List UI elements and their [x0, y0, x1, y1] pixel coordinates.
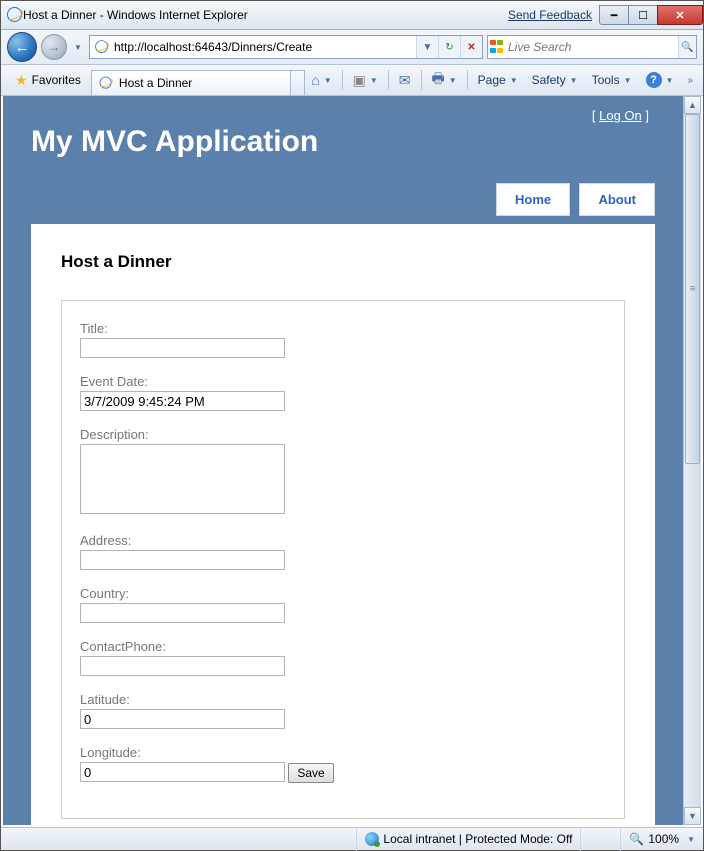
input-address[interactable] — [80, 550, 285, 570]
favorites-button[interactable]: ★ Favorites — [5, 69, 91, 92]
label-country: Country: — [80, 586, 606, 601]
vertical-scrollbar[interactable]: ▲ ▼ — [683, 96, 701, 825]
label-longitude: Longitude: — [80, 745, 606, 760]
address-bar: ▼ ↻ ✕ — [89, 35, 483, 59]
page-menu[interactable]: Page▼ — [472, 68, 524, 92]
tab-title: Host a Dinner — [119, 76, 192, 90]
new-tab-button[interactable] — [290, 70, 305, 95]
main-content: Host a Dinner Title: Event Date: Descrip… — [31, 224, 655, 825]
scroll-down-button[interactable]: ▼ — [684, 807, 701, 825]
safety-menu[interactable]: Safety▼ — [526, 68, 584, 92]
content-viewport: [ Log On ] My MVC Application Home About… — [3, 96, 701, 825]
zoom-value: 100% — [648, 832, 679, 846]
search-provider-icon — [488, 37, 508, 57]
label-description: Description: — [80, 427, 606, 442]
window-titlebar: Host a Dinner - Windows Internet Explore… — [1, 1, 703, 30]
print-button[interactable]: 🖶▼ — [426, 68, 463, 92]
navigation-bar: ← → ▼ ▼ ↻ ✕ 🔍 — [1, 30, 703, 65]
page-heading: Host a Dinner — [61, 252, 625, 272]
label-latitude: Latitude: — [80, 692, 606, 707]
status-bar: Local intranet | Protected Mode: Off 🔍 1… — [1, 827, 703, 850]
scroll-up-button[interactable]: ▲ — [684, 96, 701, 114]
favorites-label: Favorites — [32, 73, 81, 87]
input-title[interactable] — [80, 338, 285, 358]
label-eventdate: Event Date: — [80, 374, 606, 389]
separator — [421, 70, 422, 90]
home-icon: ⌂ — [311, 72, 319, 88]
stop-button[interactable]: ✕ — [460, 36, 482, 58]
help-icon: ? — [646, 72, 662, 88]
search-box: 🔍 — [487, 35, 697, 59]
label-address: Address: — [80, 533, 606, 548]
tools-menu[interactable]: Tools▼ — [586, 68, 638, 92]
mail-icon: ✉ — [399, 72, 411, 89]
url-input[interactable] — [114, 37, 416, 57]
input-contactphone[interactable] — [80, 656, 285, 676]
minimize-button[interactable]: ━ — [599, 5, 629, 25]
site-nav: Home About — [3, 183, 683, 216]
rss-icon: ▣ — [353, 72, 366, 89]
page-favicon — [95, 40, 109, 54]
refresh-button[interactable]: ↻ — [438, 36, 460, 58]
dinner-form: Title: Event Date: Description: Address:… — [61, 300, 625, 819]
read-mail-button[interactable]: ✉ — [393, 68, 417, 92]
zoom-icon: 🔍 — [629, 832, 644, 846]
label-contactphone: ContactPhone: — [80, 639, 606, 654]
ie-icon — [7, 7, 23, 23]
login-area: [ Log On ] — [31, 108, 655, 123]
home-button[interactable]: ⌂▼ — [305, 68, 337, 92]
nav-about[interactable]: About — [579, 183, 655, 216]
app-title: My MVC Application — [31, 125, 655, 159]
forward-button[interactable]: → — [41, 34, 67, 60]
input-description[interactable] — [80, 444, 285, 514]
back-button[interactable]: ← — [7, 32, 37, 62]
zone-text: Local intranet | Protected Mode: Off — [383, 832, 572, 846]
separator — [388, 70, 389, 90]
security-zone[interactable]: Local intranet | Protected Mode: Off — [356, 828, 580, 851]
maximize-button[interactable]: ☐ — [628, 5, 658, 25]
zone-icon — [365, 832, 379, 846]
nav-home[interactable]: Home — [496, 183, 570, 216]
input-country[interactable] — [80, 603, 285, 623]
tab-favicon — [100, 77, 113, 90]
label-title: Title: — [80, 321, 606, 336]
print-icon: 🖶 — [432, 68, 445, 92]
input-latitude[interactable] — [80, 709, 285, 729]
send-feedback-link[interactable]: Send Feedback — [508, 8, 592, 22]
search-go-button[interactable]: 🔍 — [678, 36, 696, 58]
scroll-thumb[interactable] — [685, 114, 700, 464]
separator — [342, 70, 343, 90]
browser-tab[interactable]: Host a Dinner — [91, 70, 291, 95]
address-dropdown[interactable]: ▼ — [416, 36, 438, 58]
star-icon: ★ — [15, 72, 28, 89]
nav-history-dropdown[interactable]: ▼ — [71, 37, 85, 57]
close-button[interactable]: ✕ — [657, 5, 703, 25]
window-title: Host a Dinner - Windows Internet Explore… — [23, 8, 508, 22]
input-eventdate[interactable] — [80, 391, 285, 411]
help-button[interactable]: ?▼ — [640, 68, 680, 92]
page-content: [ Log On ] My MVC Application Home About… — [3, 96, 683, 825]
feeds-button[interactable]: ▣▼ — [347, 68, 384, 92]
save-button[interactable]: Save — [288, 763, 333, 783]
zoom-dropdown[interactable]: ▼ — [687, 835, 695, 844]
separator — [467, 70, 468, 90]
input-longitude[interactable] — [80, 762, 285, 782]
chevron-button[interactable]: » — [681, 68, 699, 92]
command-bar: ★ Favorites Host a Dinner ⌂▼ ▣▼ ✉ 🖶▼ Pag… — [1, 65, 703, 96]
logon-link[interactable]: Log On — [599, 108, 642, 123]
status-slot — [580, 828, 620, 851]
search-input[interactable] — [508, 37, 678, 57]
zoom-control[interactable]: 🔍 100% ▼ — [620, 828, 703, 851]
